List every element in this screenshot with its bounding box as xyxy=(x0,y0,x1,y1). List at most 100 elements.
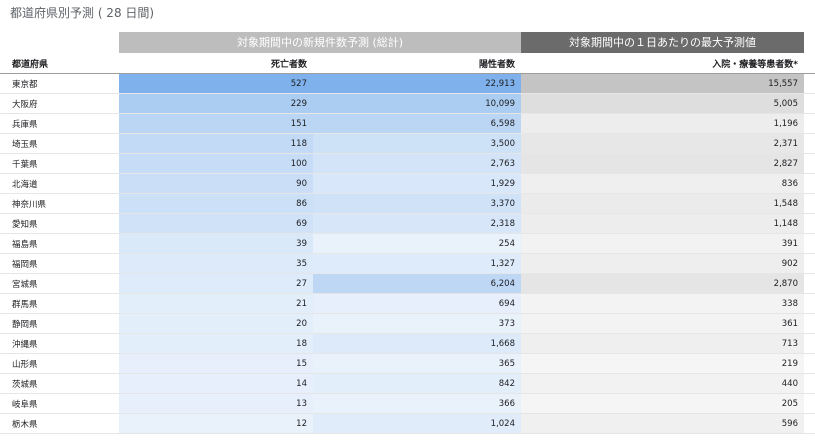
cell-deaths: 14 xyxy=(119,374,313,393)
cell-deaths: 12 xyxy=(119,414,313,433)
cell-deaths: 27 xyxy=(119,274,313,293)
cell-deaths: 69 xyxy=(119,214,313,233)
cell-hospitalized: 713 xyxy=(521,334,804,353)
cell-prefecture: 東京都 xyxy=(12,79,38,90)
cell-prefecture: 静岡県 xyxy=(12,319,38,330)
cell-deaths: 100 xyxy=(119,154,313,173)
cell-prefecture: 福島県 xyxy=(12,239,38,250)
cell-prefecture: 福岡県 xyxy=(12,259,38,270)
cell-deaths: 90 xyxy=(119,174,313,193)
column-header-deaths[interactable]: 死亡者数 xyxy=(119,57,313,70)
column-header-positives[interactable]: 陽性者数 xyxy=(313,57,521,70)
cell-positives: 1,668 xyxy=(313,334,521,353)
cell-deaths: 527 xyxy=(119,74,313,93)
cell-hospitalized: 338 xyxy=(521,294,804,313)
cell-positives: 1,929 xyxy=(313,174,521,193)
cell-deaths: 15 xyxy=(119,354,313,373)
cell-prefecture: 茨城県 xyxy=(12,379,38,390)
cell-hospitalized: 1,148 xyxy=(521,214,804,233)
cell-positives: 3,500 xyxy=(313,134,521,153)
column-header-hospitalized[interactable]: 入院・療養等患者数* xyxy=(521,57,804,70)
cell-positives: 254 xyxy=(313,234,521,253)
cell-hospitalized: 902 xyxy=(521,254,804,273)
table-row: 茨城県 14 842 440 xyxy=(0,374,815,394)
cell-positives: 2,318 xyxy=(313,214,521,233)
table-column-header: 都道府県 死亡者数 陽性者数 入院・療養等患者数* xyxy=(0,53,815,74)
group-header-spacer xyxy=(0,32,119,53)
cell-positives: 366 xyxy=(313,394,521,413)
cell-positives: 1,024 xyxy=(313,414,521,433)
cell-positives: 22,913 xyxy=(313,74,521,93)
cell-deaths: 35 xyxy=(119,254,313,273)
cell-prefecture: 大阪府 xyxy=(12,99,38,110)
cell-prefecture: 千葉県 xyxy=(12,159,38,170)
table-row: 大阪府 229 10,099 5,005 xyxy=(0,94,815,114)
forecast-table: 対象期間中の新規件数予測 (総計) 対象期間中の１日あたりの最大予測値 都道府県… xyxy=(0,32,815,434)
cell-deaths: 13 xyxy=(119,394,313,413)
cell-deaths: 20 xyxy=(119,314,313,333)
cell-hospitalized: 836 xyxy=(521,174,804,193)
cell-positives: 2,763 xyxy=(313,154,521,173)
table-row: 北海道 90 1,929 836 xyxy=(0,174,815,194)
table-row: 東京都 527 22,913 15,557 xyxy=(0,74,815,94)
cell-hospitalized: 1,196 xyxy=(521,114,804,133)
cell-prefecture: 埼玉県 xyxy=(12,139,38,150)
cell-deaths: 229 xyxy=(119,94,313,113)
cell-hospitalized: 219 xyxy=(521,354,804,373)
cell-positives: 1,327 xyxy=(313,254,521,273)
table-row: 福島県 39 254 391 xyxy=(0,234,815,254)
table-group-header: 対象期間中の新規件数予測 (総計) 対象期間中の１日あたりの最大予測値 xyxy=(0,32,815,53)
table-row: 山形県 15 365 219 xyxy=(0,354,815,374)
table-row: 栃木県 12 1,024 596 xyxy=(0,414,815,434)
cell-prefecture: 兵庫県 xyxy=(12,119,38,130)
group-header-new-cases: 対象期間中の新規件数予測 (総計) xyxy=(119,32,521,53)
column-header-prefecture[interactable]: 都道府県 xyxy=(0,57,119,70)
cell-prefecture: 神奈川県 xyxy=(12,199,47,210)
cell-deaths: 118 xyxy=(119,134,313,153)
cell-deaths: 86 xyxy=(119,194,313,213)
table-row: 宮城県 27 6,204 2,870 xyxy=(0,274,815,294)
table-row: 静岡県 20 373 361 xyxy=(0,314,815,334)
cell-positives: 365 xyxy=(313,354,521,373)
cell-hospitalized: 205 xyxy=(521,394,804,413)
cell-prefecture: 沖縄県 xyxy=(12,339,38,350)
cell-positives: 842 xyxy=(313,374,521,393)
cell-prefecture: 北海道 xyxy=(12,179,38,190)
table-row: 福岡県 35 1,327 902 xyxy=(0,254,815,274)
table-row: 群馬県 21 694 338 xyxy=(0,294,815,314)
cell-hospitalized: 361 xyxy=(521,314,804,333)
cell-hospitalized: 2,371 xyxy=(521,134,804,153)
cell-deaths: 21 xyxy=(119,294,313,313)
cell-hospitalized: 2,870 xyxy=(521,274,804,293)
cell-prefecture: 岐阜県 xyxy=(12,399,38,410)
cell-hospitalized: 440 xyxy=(521,374,804,393)
cell-positives: 6,204 xyxy=(313,274,521,293)
cell-hospitalized: 1,548 xyxy=(521,194,804,213)
page-title: 都道府県別予測 ( 28 日間) xyxy=(10,6,155,20)
cell-prefecture: 群馬県 xyxy=(12,299,38,310)
cell-positives: 373 xyxy=(313,314,521,333)
cell-positives: 6,598 xyxy=(313,114,521,133)
cell-positives: 10,099 xyxy=(313,94,521,113)
cell-hospitalized: 596 xyxy=(521,414,804,433)
table-row: 岐阜県 13 366 205 xyxy=(0,394,815,414)
table-row: 千葉県 100 2,763 2,827 xyxy=(0,154,815,174)
cell-prefecture: 宮城県 xyxy=(12,279,38,290)
cell-deaths: 151 xyxy=(119,114,313,133)
cell-positives: 3,370 xyxy=(313,194,521,213)
table-row: 愛知県 69 2,318 1,148 xyxy=(0,214,815,234)
group-header-max-values: 対象期間中の１日あたりの最大予測値 xyxy=(521,32,804,53)
table-body: 東京都 527 22,913 15,557 大阪府 229 10,099 5,005 兵庫県 15… xyxy=(0,74,815,434)
cell-prefecture: 栃木県 xyxy=(12,419,38,430)
cell-hospitalized: 2,827 xyxy=(521,154,804,173)
table-row: 神奈川県 86 3,370 1,548 xyxy=(0,194,815,214)
table-row: 埼玉県 118 3,500 2,371 xyxy=(0,134,815,154)
cell-hospitalized: 391 xyxy=(521,234,804,253)
cell-hospitalized: 5,005 xyxy=(521,94,804,113)
cell-hospitalized: 15,557 xyxy=(521,74,804,93)
table-row: 兵庫県 151 6,598 1,196 xyxy=(0,114,815,134)
cell-positives: 694 xyxy=(313,294,521,313)
cell-prefecture: 山形県 xyxy=(12,359,38,370)
table-row: 沖縄県 18 1,668 713 xyxy=(0,334,815,354)
cell-deaths: 39 xyxy=(119,234,313,253)
